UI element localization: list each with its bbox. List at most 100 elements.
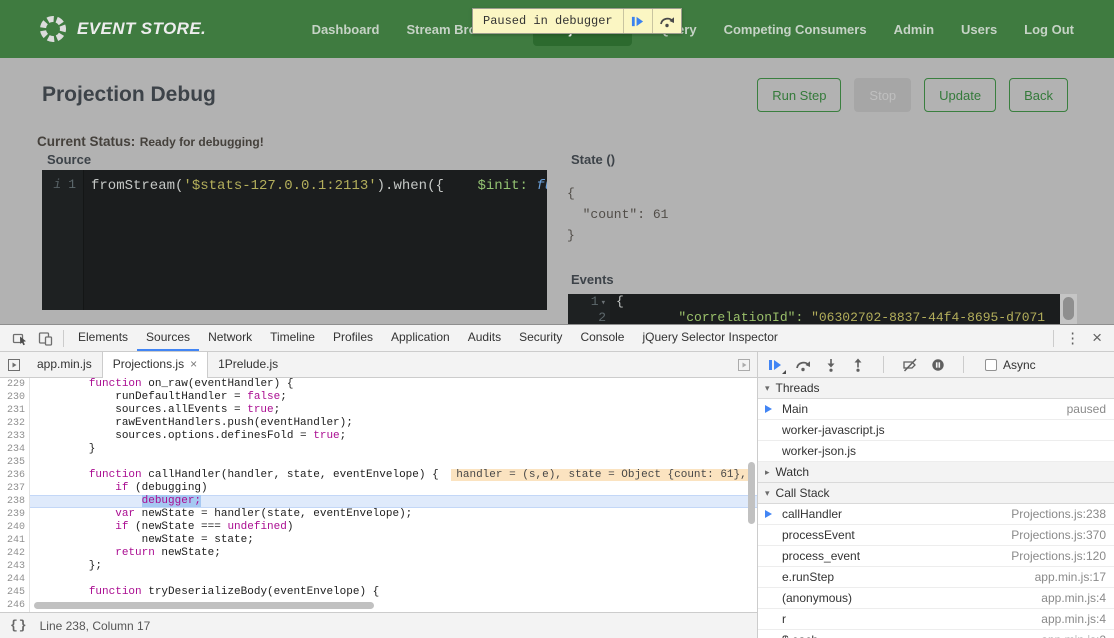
devtools-tab-console[interactable]: Console <box>571 325 633 351</box>
code-line-245: 245 function tryDeserializeBody(eventEnv… <box>0 586 757 599</box>
sidebar-item-main[interactable]: Mainpaused <box>758 399 1114 420</box>
line-number[interactable]: 229 <box>0 378 30 391</box>
nav-item-log-out[interactable]: Log Out <box>1024 22 1074 37</box>
devtools-tab-elements[interactable]: Elements <box>69 325 137 351</box>
devtools-tab-jquery-selector-inspector[interactable]: jQuery Selector Inspector <box>633 325 786 351</box>
show-navigator-icon[interactable] <box>0 352 27 377</box>
line-number[interactable]: 238 <box>0 495 30 508</box>
brand[interactable]: EVENT STORE. <box>38 14 206 44</box>
section-header-watch[interactable]: ▸Watch <box>758 462 1114 483</box>
step-out-button[interactable] <box>851 358 865 372</box>
sidebar-item-worker-json-js[interactable]: worker-json.js <box>758 441 1114 462</box>
line-number[interactable]: 245 <box>0 586 30 599</box>
line-number[interactable]: 230 <box>0 391 30 404</box>
devtools-tab-application[interactable]: Application <box>382 325 459 351</box>
devtools-tab-timeline[interactable]: Timeline <box>261 325 324 351</box>
show-sidebar-icon[interactable] <box>730 352 757 377</box>
code-token: $init: <box>477 178 527 194</box>
events-scrollbar[interactable] <box>1060 294 1077 324</box>
sidebar-item-anonymous[interactable]: (anonymous)app.min.js:4 <box>758 588 1114 609</box>
nav-item-users[interactable]: Users <box>961 22 997 37</box>
banner-step-over-button[interactable] <box>652 9 681 33</box>
inspect-element-button[interactable] <box>6 325 32 351</box>
devtools-tab-sources[interactable]: Sources <box>137 325 199 351</box>
file-tab-app-min-js[interactable]: app.min.js <box>27 352 102 377</box>
line-number[interactable]: 242 <box>0 547 30 560</box>
line-number[interactable]: 239 <box>0 508 30 521</box>
events-scrollbar-thumb[interactable] <box>1063 297 1074 320</box>
line-number[interactable]: 240 <box>0 521 30 534</box>
pretty-print-icon[interactable]: {} <box>10 618 28 633</box>
code-token: "correlationId": <box>678 310 803 324</box>
line-number[interactable]: 244 <box>0 573 30 586</box>
code-token: sources.allEvents = <box>36 404 247 416</box>
code-token: if <box>115 521 128 533</box>
code-token: ) <box>287 521 294 533</box>
file-tab-projections-js[interactable]: Projections.js× <box>102 352 208 377</box>
code-token: (newState === <box>128 521 227 533</box>
devtools-tab-profiles[interactable]: Profiles <box>324 325 382 351</box>
sidebar-item-callhandler[interactable]: callHandlerProjections.js:238 <box>758 504 1114 525</box>
resume-script-button[interactable] <box>768 358 782 372</box>
back-button[interactable]: Back <box>1009 78 1068 112</box>
banner-resume-button[interactable] <box>623 9 652 33</box>
editor-status-bar: {} Line 238, Column 17 <box>0 612 757 638</box>
nav-item-dashboard[interactable]: Dashboard <box>312 22 380 37</box>
line-number[interactable]: 237 <box>0 482 30 495</box>
code-text: if (newState === undefined) <box>30 521 757 534</box>
code-token: newState; <box>155 547 221 559</box>
device-toolbar-button[interactable] <box>32 325 58 351</box>
line-number[interactable]: 233 <box>0 430 30 443</box>
item-label: $.each <box>782 633 818 638</box>
devtools-tab-network[interactable]: Network <box>199 325 261 351</box>
events-editor[interactable]: 1▾{2 "correlationId": "06302702-8837-44f… <box>568 294 1060 324</box>
vertical-scrollbar-thumb[interactable] <box>748 462 755 524</box>
events-line-number: 1▾ <box>568 294 610 310</box>
section-caret-icon: ▸ <box>765 467 770 478</box>
line-number[interactable]: 243 <box>0 560 30 573</box>
code-token <box>36 378 89 390</box>
code-token: true <box>247 404 273 416</box>
close-tab-icon[interactable]: × <box>190 357 197 371</box>
item-label: (anonymous) <box>782 591 852 605</box>
devtools-close-icon[interactable]: × <box>1086 328 1108 348</box>
line-number[interactable]: 232 <box>0 417 30 430</box>
debugger-sidebar: Async ▾ThreadsMainpausedworker-javascrip… <box>758 352 1114 638</box>
section-header-threads[interactable]: ▾Threads <box>758 378 1114 399</box>
devtools-tab-audits[interactable]: Audits <box>459 325 510 351</box>
devtools-menu-icon[interactable]: ⋮ <box>1059 329 1086 347</box>
nav-item-admin[interactable]: Admin <box>894 22 934 37</box>
line-number[interactable]: 235 <box>0 456 30 469</box>
line-number[interactable]: 234 <box>0 443 30 456</box>
line-number[interactable]: 241 <box>0 534 30 547</box>
step-over-button[interactable] <box>795 358 811 372</box>
sidebar-item-processevent[interactable]: processEventProjections.js:370 <box>758 525 1114 546</box>
code-token: var <box>115 508 135 520</box>
code-editor[interactable]: 229 function on_raw(eventHandler) {230 r… <box>0 378 757 612</box>
async-toggle: Async <box>985 358 1036 372</box>
run-step-button[interactable]: Run Step <box>757 78 841 112</box>
update-button[interactable]: Update <box>924 78 996 112</box>
sidebar-item-worker-javascript-js[interactable]: worker-javascript.js <box>758 420 1114 441</box>
sidebar-item-r[interactable]: rapp.min.js:4 <box>758 609 1114 630</box>
step-into-button[interactable] <box>824 358 838 372</box>
code-token: sources.options.definesFold = <box>36 430 313 442</box>
devtools-tab-security[interactable]: Security <box>510 325 571 351</box>
code-text: sources.allEvents = true; <box>30 404 757 417</box>
sidebar-item-each[interactable]: $.eachapp.min.js:2 <box>758 630 1114 638</box>
section-header-call-stack[interactable]: ▾Call Stack <box>758 483 1114 504</box>
nav-item-competing-consumers[interactable]: Competing Consumers <box>724 22 867 37</box>
deactivate-breakpoints-button[interactable] <box>902 358 918 372</box>
pause-on-exceptions-button[interactable] <box>931 358 945 372</box>
line-number[interactable]: 231 <box>0 404 30 417</box>
source-code-editor[interactable]: i1 fromStream('$stats-127.0.0.1:2113').w… <box>42 170 547 310</box>
sidebar-item-process-event[interactable]: process_eventProjections.js:120 <box>758 546 1114 567</box>
line-number[interactable]: 236 <box>0 469 30 482</box>
horizontal-scrollbar-thumb[interactable] <box>34 602 374 609</box>
code-line-237: 237 if (debugging) <box>0 482 757 495</box>
line-number[interactable]: 246 <box>0 599 30 612</box>
fold-caret-icon[interactable]: ▾ <box>601 298 606 308</box>
sidebar-item-e-runstep[interactable]: e.runStepapp.min.js:17 <box>758 567 1114 588</box>
async-checkbox[interactable] <box>985 359 997 371</box>
file-tab-1prelude-js[interactable]: 1Prelude.js <box>208 352 288 377</box>
